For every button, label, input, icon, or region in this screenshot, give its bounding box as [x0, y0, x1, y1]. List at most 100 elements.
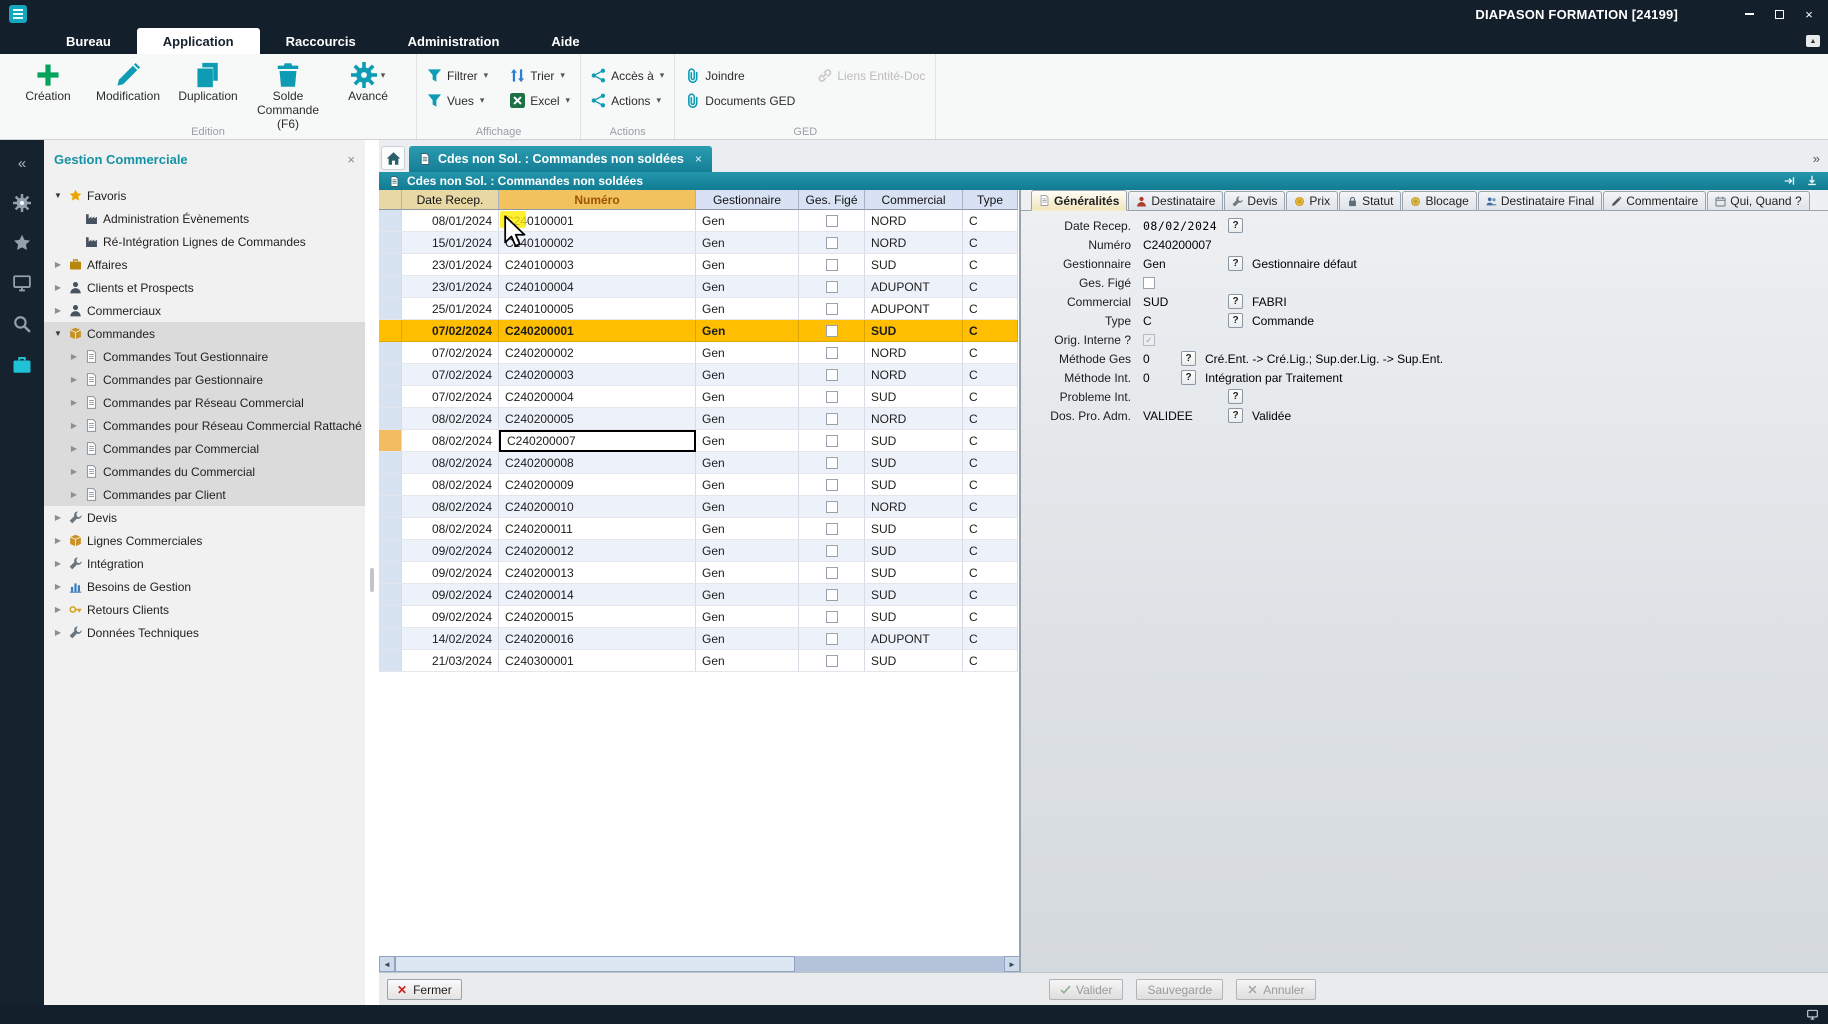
- sidebar-item-retours-clients[interactable]: ▶Retours Clients: [44, 598, 365, 621]
- sidebar-item-donnees-techniques[interactable]: ▶Données Techniques: [44, 621, 365, 644]
- cell-date[interactable]: 07/02/2024: [402, 386, 499, 408]
- cell-numero[interactable]: C240200016: [499, 628, 696, 650]
- cell-commercial[interactable]: SUD: [865, 606, 963, 628]
- tab-commandes-non-soldees[interactable]: Cdes non Sol. : Commandes non soldées ×: [409, 146, 712, 172]
- sidebar-item-commandes-par-commercial[interactable]: ▶Commandes par Commercial: [44, 437, 365, 460]
- minimize-button[interactable]: [1734, 2, 1764, 26]
- row-gutter[interactable]: [379, 232, 402, 254]
- cell-ges-fige[interactable]: [799, 408, 865, 430]
- cell-commercial[interactable]: SUD: [865, 452, 963, 474]
- sidebar-item-favoris[interactable]: ▼Favoris: [44, 184, 365, 207]
- cell-ges-fige[interactable]: [799, 276, 865, 298]
- checkbox-icon[interactable]: [826, 479, 838, 491]
- expander-icon[interactable]: ▶: [68, 421, 80, 430]
- cell-commercial[interactable]: NORD: [865, 342, 963, 364]
- row-gutter[interactable]: [379, 210, 402, 232]
- row-gutter[interactable]: [379, 474, 402, 496]
- cell-type[interactable]: C: [963, 254, 1018, 276]
- column-header-type[interactable]: Type: [963, 190, 1018, 210]
- cell-type[interactable]: C: [963, 584, 1018, 606]
- checkbox-icon[interactable]: [826, 259, 838, 271]
- row-gutter[interactable]: [379, 254, 402, 276]
- expander-icon[interactable]: ▼: [52, 329, 64, 338]
- cell-commercial[interactable]: SUD: [865, 474, 963, 496]
- row-gutter[interactable]: [379, 540, 402, 562]
- row-gutter[interactable]: [379, 298, 402, 320]
- checkbox-icon[interactable]: [826, 655, 838, 667]
- cell-date[interactable]: 08/01/2024: [402, 210, 499, 232]
- row-gutter[interactable]: [379, 408, 402, 430]
- tab-statut[interactable]: Statut: [1339, 191, 1401, 210]
- cell-ges-fige[interactable]: [799, 562, 865, 584]
- table-row[interactable]: 08/01/2024C240100001GenNORDC: [379, 210, 1019, 232]
- cell-date[interactable]: 08/02/2024: [402, 474, 499, 496]
- cell-date[interactable]: 09/02/2024: [402, 562, 499, 584]
- cell-gestionnaire[interactable]: Gen: [696, 408, 799, 430]
- close-button[interactable]: ×: [1794, 2, 1824, 26]
- cell-type[interactable]: C: [963, 540, 1018, 562]
- cell-gestionnaire[interactable]: Gen: [696, 606, 799, 628]
- cell-date[interactable]: 08/02/2024: [402, 430, 499, 452]
- column-header-ges-fige[interactable]: Ges. Figé: [799, 190, 865, 210]
- cell-gestionnaire[interactable]: Gen: [696, 210, 799, 232]
- cell-gestionnaire[interactable]: Gen: [696, 298, 799, 320]
- cell-gestionnaire[interactable]: Gen: [696, 584, 799, 606]
- checkbox-ges-fige[interactable]: [1143, 277, 1155, 289]
- cell-commercial[interactable]: SUD: [865, 320, 963, 342]
- liens-entite-doc-button[interactable]: Liens Entité-Doc: [817, 68, 925, 83]
- cell-type[interactable]: C: [963, 606, 1018, 628]
- sidebar-item-affaires[interactable]: ▶Affaires: [44, 253, 365, 276]
- help-button[interactable]: ?: [1228, 256, 1243, 271]
- expander-icon[interactable]: ▶: [52, 605, 64, 614]
- cell-type[interactable]: C: [963, 408, 1018, 430]
- cell-numero[interactable]: C240100002: [499, 232, 696, 254]
- cell-ges-fige[interactable]: [799, 650, 865, 672]
- cell-type[interactable]: C: [963, 452, 1018, 474]
- cell-gestionnaire[interactable]: Gen: [696, 474, 799, 496]
- home-button[interactable]: [381, 146, 405, 170]
- column-header-numero[interactable]: Numéro: [499, 190, 696, 210]
- sidebar-item-commandes-du-commercial[interactable]: ▶Commandes du Commercial: [44, 460, 365, 483]
- cell-commercial[interactable]: NORD: [865, 364, 963, 386]
- cell-type[interactable]: C: [963, 232, 1018, 254]
- sidebar-item-clients-et-prospects[interactable]: ▶Clients et Prospects: [44, 276, 365, 299]
- row-gutter[interactable]: [379, 606, 402, 628]
- cell-date[interactable]: 23/01/2024: [402, 276, 499, 298]
- sidebar-item-commandes-tout-gestionnaire[interactable]: ▶Commandes Tout Gestionnaire: [44, 345, 365, 368]
- cell-type[interactable]: C: [963, 276, 1018, 298]
- cell-numero[interactable]: C240200012: [499, 540, 696, 562]
- cell-date[interactable]: 07/02/2024: [402, 364, 499, 386]
- row-gutter[interactable]: [379, 386, 402, 408]
- table-row[interactable]: 09/02/2024C240200015GenSUDC: [379, 606, 1019, 628]
- tab-devis[interactable]: Devis: [1224, 191, 1285, 210]
- tab-generalites[interactable]: Généralités: [1031, 190, 1127, 211]
- go-to-end-icon[interactable]: [1784, 175, 1796, 187]
- tab-destinataire-final[interactable]: Destinataire Final: [1478, 191, 1602, 210]
- scroll-right-icon[interactable]: ►: [1004, 956, 1020, 972]
- cell-commercial[interactable]: NORD: [865, 210, 963, 232]
- help-button[interactable]: ?: [1228, 313, 1243, 328]
- maximize-button[interactable]: [1764, 2, 1794, 26]
- menu-tab-aide[interactable]: Aide: [525, 28, 605, 54]
- tab-close-icon[interactable]: ×: [695, 152, 702, 166]
- tab-qui-quand[interactable]: Qui, Quand ?: [1707, 191, 1809, 210]
- table-row[interactable]: 21/03/2024C240300001GenSUDC: [379, 650, 1019, 672]
- checkbox-icon[interactable]: [826, 457, 838, 469]
- checkbox-icon[interactable]: [826, 589, 838, 601]
- table-row[interactable]: 07/02/2024C240200003GenNORDC: [379, 364, 1019, 386]
- avance-button[interactable]: ▾Avancé: [330, 57, 406, 104]
- collapse-panel-button[interactable]: «: [0, 150, 44, 176]
- cell-type[interactable]: C: [963, 430, 1018, 452]
- cell-ges-fige[interactable]: [799, 628, 865, 650]
- expander-icon[interactable]: ▶: [68, 490, 80, 499]
- cell-ges-fige[interactable]: [799, 540, 865, 562]
- cell-numero[interactable]: C240200015: [499, 606, 696, 628]
- row-gutter[interactable]: [379, 584, 402, 606]
- dropdown-arrow-icon[interactable]: ▾: [560, 70, 565, 81]
- row-gutter[interactable]: [379, 496, 402, 518]
- cell-numero[interactable]: C240200005: [499, 408, 696, 430]
- expander-icon[interactable]: ▶: [68, 467, 80, 476]
- checkbox-icon[interactable]: [826, 237, 838, 249]
- fermer-button[interactable]: ✕ Fermer: [387, 979, 462, 1000]
- table-row[interactable]: 09/02/2024C240200013GenSUDC: [379, 562, 1019, 584]
